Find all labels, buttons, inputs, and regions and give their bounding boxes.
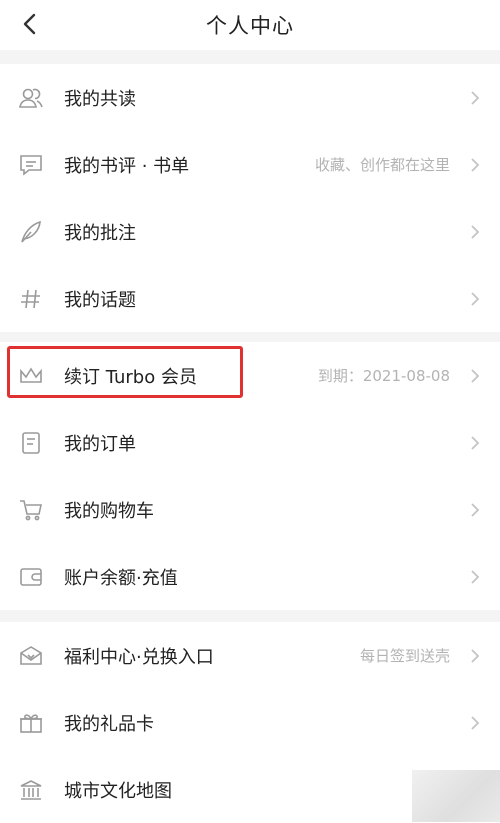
chevron-right-icon <box>468 569 482 585</box>
menu-item-label: 我的话题 <box>64 289 136 311</box>
wallet-icon <box>18 564 44 590</box>
chevron-right-icon <box>468 502 482 518</box>
menu-item-topics[interactable]: 我的话题 <box>0 265 500 332</box>
chevron-right-icon <box>468 368 482 384</box>
menu-item-label: 城市文化地图 <box>64 780 172 802</box>
menu-group-reading: 我的共读 我的书评 · 书单 收藏、创作都在这里 我的批注 我的话题 <box>0 64 500 332</box>
menu-item-reviews-booklists[interactable]: 我的书评 · 书单 收藏、创作都在这里 <box>0 131 500 198</box>
menu-item-label: 续订 Turbo 会员 <box>64 366 197 388</box>
museum-icon <box>18 777 44 803</box>
menu-group-account: 续订 Turbo 会员 到期：2021-08-08 我的订单 我的购物车 账户余… <box>0 342 500 610</box>
chevron-right-icon <box>468 291 482 307</box>
watermark <box>412 770 500 822</box>
hashtag-icon <box>18 286 44 312</box>
chevron-left-icon <box>23 13 36 35</box>
membership-expiry: 到期：2021-08-08 <box>317 367 450 385</box>
menu-item-label: 我的礼品卡 <box>64 713 154 735</box>
menu-item-label: 我的购物车 <box>64 500 154 522</box>
gift-card-icon <box>18 710 44 736</box>
chevron-right-icon <box>468 435 482 451</box>
menu-item-co-reading[interactable]: 我的共读 <box>0 64 500 131</box>
menu-item-annotations[interactable]: 我的批注 <box>0 198 500 265</box>
menu-item-hint: 收藏、创作都在这里 <box>314 156 450 174</box>
chevron-right-icon <box>468 648 482 664</box>
back-button[interactable] <box>14 8 46 40</box>
menu-item-gift-cards[interactable]: 我的礼品卡 <box>0 689 500 756</box>
menu-item-welfare-redeem[interactable]: 福利中心·兑换入口 每日签到送壳 <box>0 622 500 689</box>
chevron-right-icon <box>468 157 482 173</box>
menu-item-label: 我的共读 <box>64 88 136 110</box>
menu-item-label: 我的批注 <box>64 222 136 244</box>
menu-item-balance-topup[interactable]: 账户余额·充值 <box>0 543 500 610</box>
menu-item-shopping-cart[interactable]: 我的购物车 <box>0 476 500 543</box>
order-document-icon <box>18 430 44 456</box>
menu-item-label: 账户余额·充值 <box>64 567 178 589</box>
chevron-right-icon <box>468 715 482 731</box>
menu-item-label: 我的书评 · 书单 <box>64 155 190 177</box>
chevron-right-icon <box>468 90 482 106</box>
menu-item-orders[interactable]: 我的订单 <box>0 409 500 476</box>
shopping-cart-icon <box>18 497 44 523</box>
menu-item-label: 我的订单 <box>64 433 136 455</box>
menu-item-renew-turbo[interactable]: 续订 Turbo 会员 到期：2021-08-08 <box>0 342 500 409</box>
co-reading-icon <box>18 85 44 111</box>
page-title: 个人中心 <box>206 14 294 38</box>
comment-icon <box>18 152 44 178</box>
chevron-right-icon <box>468 224 482 240</box>
crown-icon <box>18 363 44 389</box>
menu-item-label: 福利中心·兑换入口 <box>64 646 214 668</box>
gift-box-icon <box>18 643 44 669</box>
menu-item-hint: 每日签到送壳 <box>359 647 450 665</box>
top-bar: 个人中心 <box>0 0 500 50</box>
feather-pen-icon <box>18 219 44 245</box>
